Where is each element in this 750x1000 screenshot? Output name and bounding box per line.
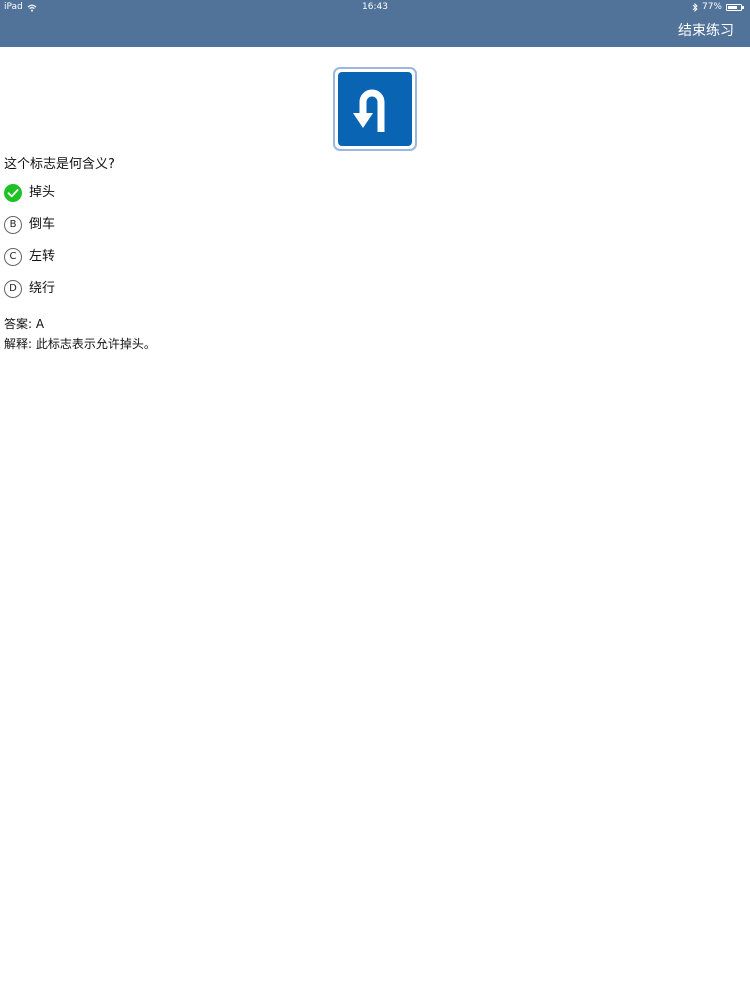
explanation-text: 此标志表示允许掉头。 — [35, 337, 156, 351]
answer-value: A — [35, 317, 45, 331]
option-c[interactable]: C 左转 — [4, 247, 55, 266]
option-marker: C — [4, 247, 22, 266]
option-label: 左转 — [29, 248, 56, 264]
status-bar: iPad 16:43 77% — [0, 0, 750, 15]
battery-percent: 77% — [701, 2, 722, 12]
option-label: 掉头 — [29, 184, 56, 200]
status-time: 16:43 — [362, 2, 388, 12]
end-practice-button[interactable]: 结束练习 — [678, 22, 734, 40]
option-label: 倒车 — [29, 216, 56, 232]
explanation-line: 解释: 此标志表示允许掉头。 — [4, 336, 156, 353]
options-list: 掉头 B 倒车 C 左转 D 绕行 — [4, 183, 55, 311]
question-text: 这个标志是何含义? — [4, 157, 115, 172]
option-label: 绕行 — [29, 280, 56, 296]
navigation-bar: iPad 16:43 77% 结束练习 — [0, 0, 750, 47]
battery-fill — [728, 6, 738, 9]
battery-icon — [726, 4, 744, 11]
u-turn-sign-icon — [338, 72, 412, 146]
traffic-sign-image — [333, 67, 417, 151]
option-b[interactable]: B 倒车 — [4, 215, 55, 234]
option-marker: B — [4, 215, 22, 234]
answer-label: 答案: — [4, 317, 33, 331]
correct-check-icon — [4, 183, 22, 202]
option-a[interactable]: 掉头 — [4, 183, 55, 202]
bluetooth-icon — [692, 3, 698, 12]
status-right: 77% — [692, 0, 744, 15]
option-marker: D — [4, 279, 22, 298]
option-d[interactable]: D 绕行 — [4, 279, 55, 298]
answer-line: 答案: A — [4, 316, 44, 333]
explanation-label: 解释: — [4, 337, 33, 351]
